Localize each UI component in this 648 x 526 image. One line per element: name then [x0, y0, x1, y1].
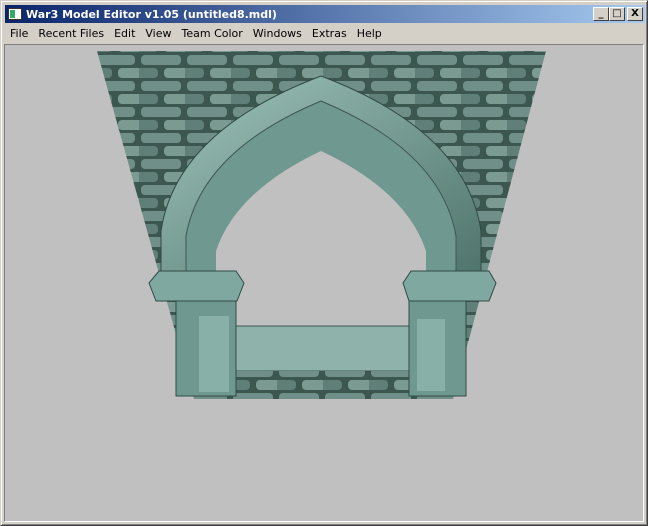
window-title: War3 Model Editor v1.05 (untitled8.mdl) [26, 7, 277, 21]
close-button[interactable]: X [627, 7, 643, 21]
left-capital [148, 270, 245, 302]
menu-windows[interactable]: Windows [248, 27, 307, 40]
model-render [97, 51, 546, 399]
model-viewport[interactable] [4, 44, 644, 522]
menu-bar: File Recent Files Edit View Team Color W… [5, 24, 387, 43]
menu-extras[interactable]: Extras [307, 27, 352, 40]
right-capital [402, 270, 497, 302]
menu-team-color[interactable]: Team Color [177, 27, 248, 40]
minimize-button[interactable]: _ [593, 7, 609, 21]
app-icon [8, 8, 22, 20]
menu-edit[interactable]: Edit [109, 27, 140, 40]
menu-file[interactable]: File [5, 27, 33, 40]
sill [230, 325, 412, 372]
menu-help[interactable]: Help [352, 27, 387, 40]
menu-view[interactable]: View [140, 27, 176, 40]
maximize-button[interactable]: □ [609, 7, 625, 21]
menu-recent-files[interactable]: Recent Files [33, 27, 109, 40]
title-bar[interactable]: War3 Model Editor v1.05 (untitled8.mdl) … [5, 5, 645, 23]
